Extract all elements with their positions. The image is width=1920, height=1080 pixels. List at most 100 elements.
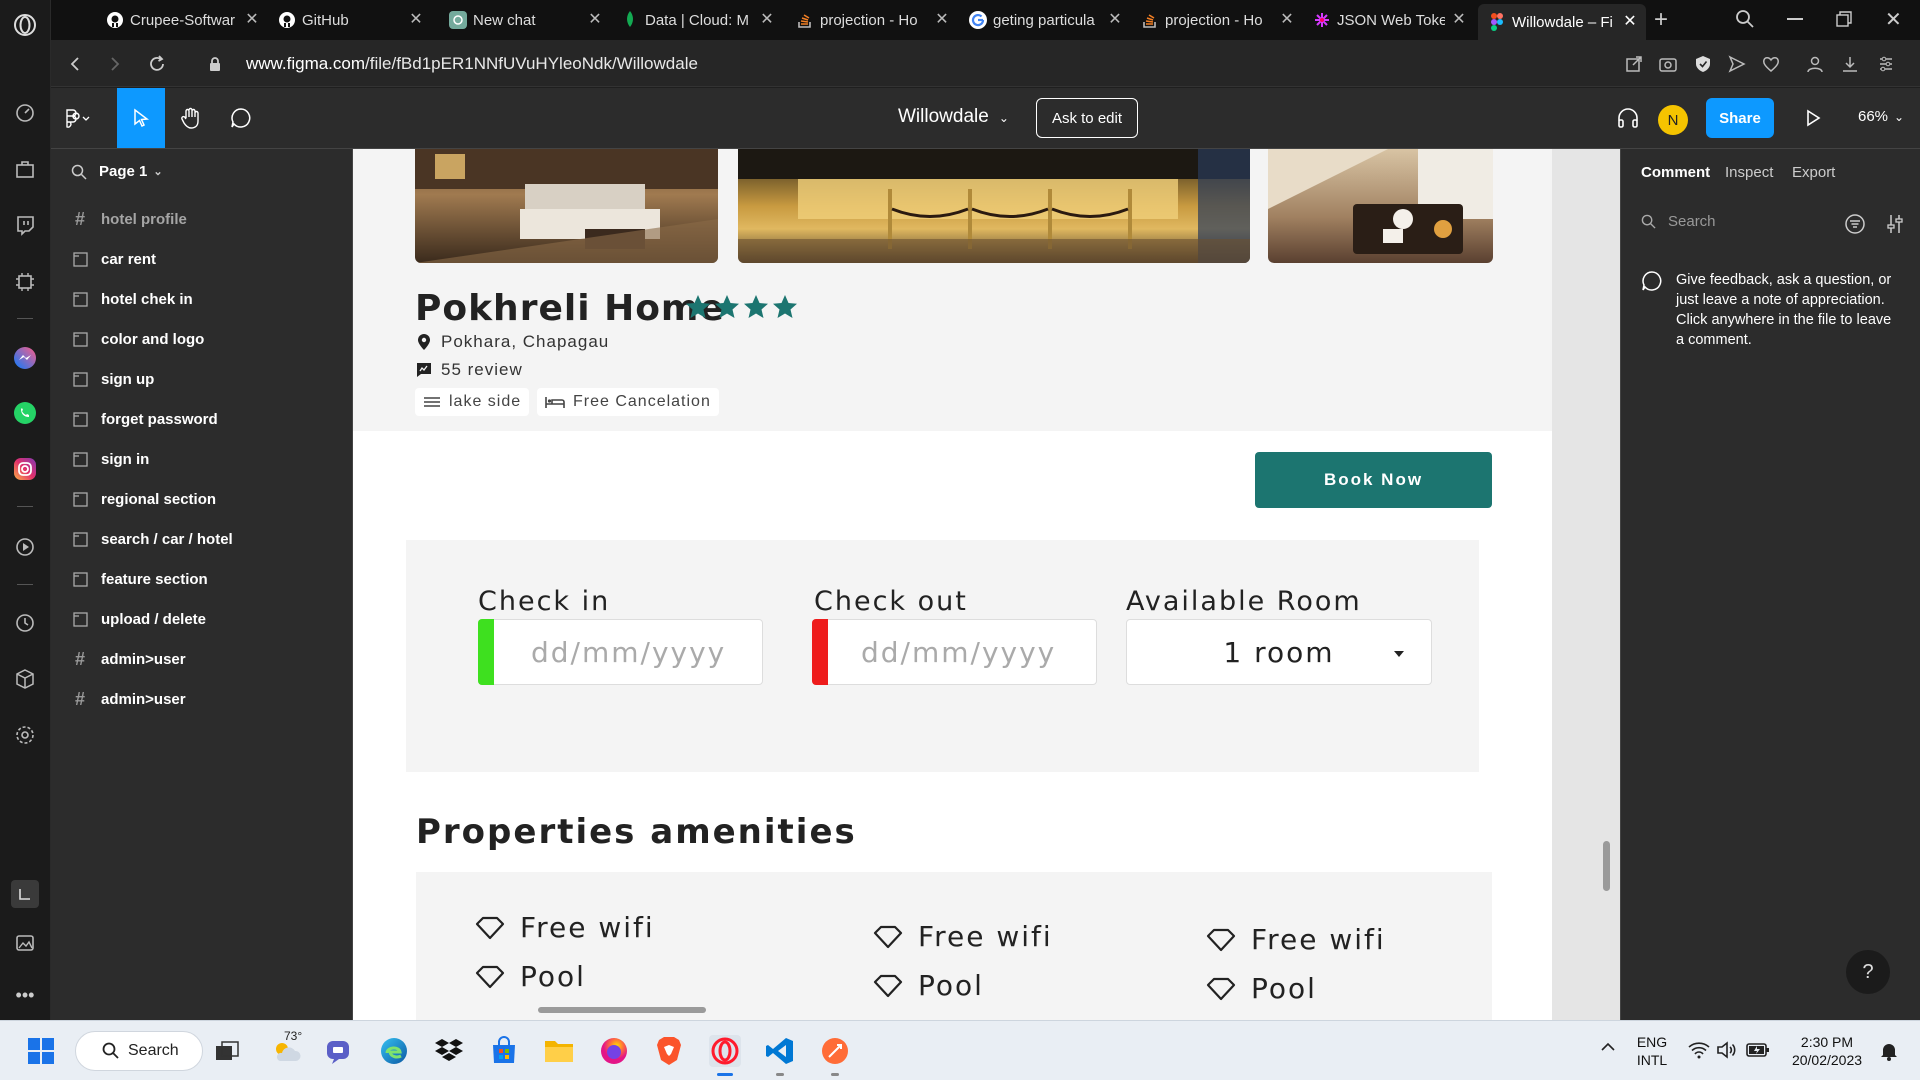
figma-main-menu-icon[interactable] (51, 88, 103, 148)
layer-item[interactable]: regional section (71, 484, 216, 514)
brave-icon[interactable] (653, 1035, 685, 1067)
dropbox-icon[interactable] (433, 1035, 465, 1067)
layer-item[interactable]: car rent (71, 244, 156, 274)
taskbar-search[interactable]: Search (75, 1031, 203, 1071)
profile-icon[interactable] (1803, 52, 1827, 76)
player-icon[interactable] (12, 534, 38, 560)
tray-overflow-chevron-icon[interactable] (1600, 1042, 1616, 1052)
heart-icon[interactable] (1759, 52, 1783, 76)
edge-icon[interactable] (378, 1035, 410, 1067)
vscode-icon[interactable] (764, 1035, 796, 1067)
teams-chat-icon[interactable] (323, 1035, 355, 1067)
reload-icon[interactable] (145, 52, 169, 76)
share-button[interactable]: Share (1706, 98, 1774, 138)
tab-inspect[interactable]: Inspect (1725, 164, 1773, 181)
avatar[interactable]: N (1658, 105, 1688, 135)
workspace-icon[interactable] (11, 880, 39, 908)
tab-comment[interactable]: Comment (1641, 164, 1710, 181)
close-tab-icon[interactable]: ✕ (244, 12, 260, 28)
send-snapshot-icon[interactable] (1622, 52, 1646, 76)
canvas[interactable]: Pokhreli Home Pokhara, Chapagau 55 revie… (353, 149, 1620, 1020)
layer-item[interactable]: sign in (71, 444, 149, 474)
wifi-icon[interactable] (1688, 1041, 1710, 1059)
layer-item[interactable]: # admin>user (71, 684, 186, 714)
close-tab-icon[interactable]: ✕ (587, 12, 603, 28)
shopping-icon[interactable] (12, 156, 38, 182)
adblock-shield-icon[interactable] (1691, 52, 1715, 76)
present-play-icon[interactable] (1796, 88, 1830, 148)
layer-item[interactable]: # admin>user (71, 644, 186, 674)
easy-setup-icon[interactable] (1874, 52, 1898, 76)
close-tab-icon[interactable]: ✕ (934, 12, 950, 28)
layer-item[interactable]: search / car / hotel (71, 524, 233, 554)
firefox-icon[interactable] (598, 1035, 630, 1067)
input-language[interactable]: ENG INTL (1634, 1033, 1670, 1069)
battery-charging-icon[interactable] (1746, 1041, 1770, 1059)
tab-export[interactable]: Export (1792, 164, 1835, 181)
clock[interactable]: 2:30 PM 20/02/2023 (1787, 1033, 1867, 1069)
check-out-date-input[interactable]: dd/mm/yyyy (812, 619, 1097, 685)
ask-to-edit-button[interactable]: Ask to edit (1036, 98, 1138, 138)
layer-item[interactable]: sign up (71, 364, 154, 394)
headphones-icon[interactable] (1611, 88, 1645, 148)
whatsapp-icon[interactable] (12, 400, 38, 426)
layer-item[interactable]: upload / delete (71, 604, 206, 634)
sliders-settings-icon[interactable] (1885, 213, 1905, 235)
vertical-scrollbar[interactable] (1603, 841, 1610, 891)
volume-icon[interactable] (1716, 1040, 1738, 1060)
hand-tool-icon[interactable] (167, 88, 215, 148)
close-window-icon[interactable]: ✕ (1885, 7, 1902, 32)
close-tab-icon[interactable]: ✕ (1279, 12, 1295, 28)
postman-icon[interactable] (819, 1035, 851, 1067)
more-options-icon[interactable]: ••• (12, 982, 38, 1008)
messenger-icon[interactable] (12, 345, 38, 371)
send-icon[interactable] (1725, 52, 1749, 76)
page-selector[interactable]: Page 1 ⌄ (71, 163, 163, 180)
close-tab-icon[interactable]: ✕ (1107, 12, 1123, 28)
layer-item[interactable]: hotel chek in (71, 284, 193, 314)
search-tabs-icon[interactable] (1735, 9, 1755, 29)
microsoft-store-icon[interactable] (488, 1035, 520, 1067)
file-title[interactable]: Willowdale ⌄ (898, 106, 1009, 128)
hotel-profile-frame[interactable]: Pokhreli Home Pokhara, Chapagau 55 revie… (353, 149, 1552, 1020)
opera-logo-icon[interactable] (12, 12, 38, 38)
camera-icon[interactable] (1656, 52, 1680, 76)
check-in-date-input[interactable]: dd/mm/yyyy (478, 619, 763, 685)
instagram-icon[interactable] (12, 456, 38, 482)
close-tab-icon[interactable]: ✕ (408, 12, 424, 28)
forward-icon[interactable] (103, 52, 127, 76)
notification-bell-icon[interactable] (1878, 1040, 1900, 1062)
snapshot-icon[interactable] (12, 930, 38, 956)
url-field[interactable]: www.figma.com/file/fBd1pER1NNfUVuHYleoNd… (246, 54, 698, 74)
windows-start-icon[interactable] (25, 1035, 57, 1067)
back-icon[interactable] (63, 52, 87, 76)
horizontal-scrollbar[interactable] (538, 1007, 706, 1013)
extensions-cube-icon[interactable] (12, 666, 38, 692)
restore-window-icon[interactable] (1836, 11, 1852, 27)
comment-search-input[interactable]: Search (1641, 213, 1716, 230)
move-tool-icon[interactable] (117, 88, 165, 148)
layer-item[interactable]: color and logo (71, 324, 204, 354)
close-tab-icon[interactable]: ✕ (1451, 12, 1467, 28)
layer-item[interactable]: feature section (71, 564, 208, 594)
layer-item[interactable]: # hotel profile (71, 204, 187, 234)
opera-taskbar-icon[interactable] (709, 1035, 741, 1067)
close-tab-icon[interactable]: ✕ (759, 12, 775, 28)
lock-icon[interactable] (203, 52, 227, 76)
browser-tab-active[interactable]: Willowdale – Fi ✕ (1478, 4, 1646, 40)
layer-item[interactable]: forget password (71, 404, 218, 434)
history-icon[interactable] (12, 610, 38, 636)
task-view-icon[interactable] (211, 1035, 243, 1067)
new-tab-plus-icon[interactable]: + (1654, 6, 1668, 34)
minimize-icon[interactable] (1787, 18, 1803, 20)
settings-gear-icon[interactable] (12, 722, 38, 748)
twitch-icon[interactable] (12, 212, 38, 238)
speed-dial-icon[interactable] (12, 100, 38, 126)
ai-chip-icon[interactable] (12, 269, 38, 295)
file-explorer-icon[interactable] (543, 1035, 575, 1067)
zoom-menu[interactable]: 66% ⌄ (1858, 108, 1904, 125)
filter-list-icon[interactable] (1844, 213, 1866, 235)
help-button[interactable]: ? (1846, 950, 1890, 994)
book-now-button[interactable]: Book Now (1255, 452, 1492, 508)
room-select[interactable]: 1 room (1126, 619, 1432, 685)
